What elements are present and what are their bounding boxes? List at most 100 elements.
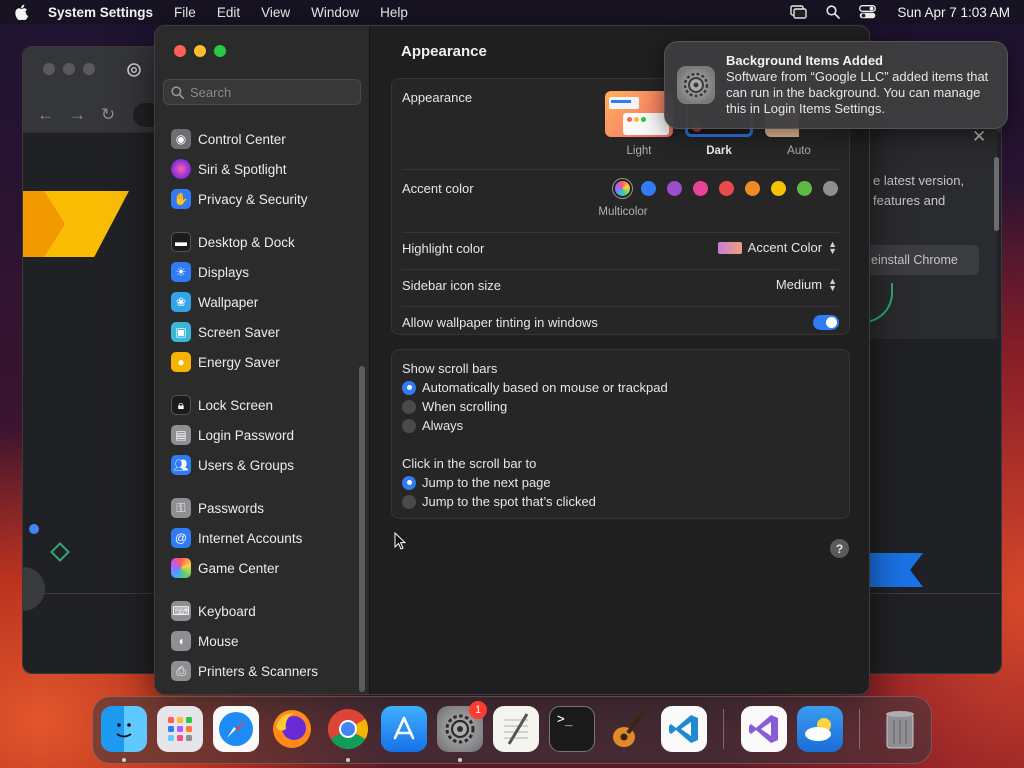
highlight-color-label: Highlight color — [402, 241, 485, 256]
sidebar-item-printers-scanners[interactable]: ⎙ Printers & Scanners — [171, 659, 318, 683]
wallpaper-tinting-toggle[interactable] — [813, 315, 839, 330]
sidebar-item-label: Game Center — [198, 560, 280, 576]
sidebar-item-wallpaper[interactable]: ❀ Wallpaper — [171, 290, 258, 314]
close-window-button[interactable] — [174, 45, 186, 57]
system-settings-gear-icon — [677, 66, 715, 104]
menu-view[interactable]: View — [261, 5, 290, 20]
screen-mirroring-icon[interactable] — [790, 5, 808, 19]
sidebar-item-privacy-security[interactable]: ✋ Privacy & Security — [171, 187, 308, 211]
accent-yellow-swatch[interactable] — [771, 181, 786, 196]
sidebar-item-game-center[interactable]: Game Center — [171, 556, 279, 580]
divider — [402, 269, 839, 270]
search-input[interactable] — [190, 84, 350, 100]
accent-green-swatch[interactable] — [797, 181, 812, 196]
sidebar-item-energy-saver[interactable]: ● Energy Saver — [171, 350, 280, 374]
firefox-icon[interactable] — [269, 706, 315, 752]
radio-button[interactable] — [402, 418, 416, 433]
minimize-window-button[interactable] — [194, 45, 206, 57]
divider — [402, 169, 839, 170]
vscode-icon[interactable] — [661, 706, 707, 752]
chrome-close-traffic-light[interactable] — [43, 63, 55, 75]
privacy-hand-icon: ✋ — [171, 189, 191, 209]
sidebar-item-login-password[interactable]: ▤ Login Password — [171, 423, 294, 447]
appearance-light-option[interactable] — [605, 91, 673, 137]
sidebar-item-displays[interactable]: ☀ Displays — [171, 260, 249, 284]
apple-menu-icon[interactable] — [14, 4, 28, 20]
sidebar-item-internet-accounts[interactable]: @ Internet Accounts — [171, 526, 302, 550]
sidebar-item-keyboard[interactable]: ⌨ Keyboard — [171, 599, 256, 623]
chrome-blue-dot — [29, 524, 39, 534]
sidebar-item-users-groups[interactable]: 👥︎ Users & Groups — [171, 453, 294, 477]
finder-icon[interactable] — [101, 706, 147, 752]
sidebar-item-control-center[interactable]: ◉ Control Center — [171, 127, 286, 151]
sidebar-scrollbar[interactable] — [359, 366, 365, 692]
app-store-icon[interactable] — [381, 706, 427, 752]
scroll-bars-always-option[interactable]: Always — [402, 418, 463, 433]
chrome-update-line: features and — [873, 193, 946, 208]
sidebar-item-desktop-dock[interactable]: ▬ Desktop & Dock — [171, 230, 295, 254]
sidebar-icon-size-popup[interactable]: Medium ▲ ▼ — [775, 276, 837, 292]
radio-button-selected[interactable] — [402, 380, 416, 395]
spotlight-search-icon[interactable] — [826, 5, 841, 19]
menu-app-name[interactable]: System Settings — [48, 5, 153, 20]
textedit-icon[interactable] — [493, 706, 539, 752]
radio-button[interactable] — [402, 494, 416, 509]
chrome-minimize-traffic-light[interactable] — [63, 63, 75, 75]
zoom-window-button[interactable] — [214, 45, 226, 57]
sidebar-item-siri-spotlight[interactable]: Siri & Spotlight — [171, 157, 287, 181]
accent-red-swatch[interactable] — [719, 181, 734, 196]
sidebar-item-mouse[interactable]: ◖ Mouse — [171, 629, 239, 653]
dock-running-indicator — [458, 758, 462, 762]
menu-help[interactable]: Help — [380, 5, 408, 20]
accent-orange-swatch[interactable] — [745, 181, 760, 196]
show-scroll-bars-label: Show scroll bars — [402, 361, 498, 376]
settings-search[interactable] — [163, 79, 361, 105]
chrome-panel-scrollbar[interactable] — [994, 157, 999, 231]
background-items-notification[interactable]: Background Items Added Software from “Go… — [664, 41, 1008, 129]
trash-icon[interactable] — [877, 706, 923, 752]
menu-clock[interactable]: Sun Apr 7 1:03 AM — [897, 5, 1010, 20]
accent-multicolor-swatch[interactable] — [615, 181, 630, 196]
terminal-icon[interactable]: >_ — [549, 706, 595, 752]
highlight-color-popup[interactable]: Accent Color ▲ ▼ — [717, 239, 837, 255]
siri-icon — [171, 159, 191, 179]
menu-window[interactable]: Window — [311, 5, 359, 20]
sidebar-item-label: Users & Groups — [198, 457, 295, 473]
sidebar-item-screen-saver[interactable]: ▣ Screen Saver — [171, 320, 280, 344]
menu-edit[interactable]: Edit — [217, 5, 240, 20]
chrome-panel-close-icon[interactable]: ✕ — [972, 127, 986, 147]
safari-icon[interactable] — [213, 706, 259, 752]
chrome-zoom-traffic-light[interactable] — [83, 63, 95, 75]
launchpad-icon[interactable] — [157, 706, 203, 752]
scroll-bars-auto-option[interactable]: Automatically based on mouse or trackpad — [402, 380, 668, 395]
menu-file[interactable]: File — [174, 5, 196, 20]
accent-purple-swatch[interactable] — [667, 181, 682, 196]
back-arrow-icon[interactable]: ← — [37, 105, 54, 125]
accent-blue-swatch[interactable] — [641, 181, 656, 196]
dock-running-indicator — [122, 758, 126, 762]
help-button[interactable]: ? — [830, 539, 849, 558]
sidebar-item-passwords[interactable]: ⚿ Passwords — [171, 496, 264, 520]
accent-graphite-swatch[interactable] — [823, 181, 838, 196]
garageband-icon[interactable] — [605, 706, 651, 752]
radio-button-selected[interactable] — [402, 475, 416, 490]
sidebar-item-lock-screen[interactable]: 🔒︎ Lock Screen — [171, 393, 273, 417]
chrome-icon[interactable] — [325, 706, 371, 752]
control-center-icon[interactable] — [859, 5, 877, 19]
reload-icon[interactable]: ↻ — [101, 105, 115, 125]
chrome-grey-circle — [23, 567, 45, 611]
forward-arrow-icon[interactable]: → — [69, 105, 86, 125]
accent-pink-swatch[interactable] — [693, 181, 708, 196]
notification-badge: 1 — [469, 701, 487, 719]
sidebar-icon-size-value: Medium — [775, 277, 823, 292]
visual-studio-icon[interactable] — [741, 706, 787, 752]
sidebar-item-label: Internet Accounts — [198, 530, 303, 546]
radio-button[interactable] — [402, 399, 416, 414]
scroll-bars-when-scrolling-option[interactable]: When scrolling — [402, 399, 507, 414]
accent-selected-name: Multicolor — [598, 206, 648, 218]
highlight-color-value: Accent Color — [747, 240, 823, 255]
click-jump-next-page-option[interactable]: Jump to the next page — [402, 475, 551, 490]
weather-icon[interactable] — [797, 706, 843, 752]
reinstall-chrome-button[interactable]: einstall Chrome — [865, 245, 979, 275]
click-jump-to-spot-option[interactable]: Jump to the spot that’s clicked — [402, 494, 596, 509]
